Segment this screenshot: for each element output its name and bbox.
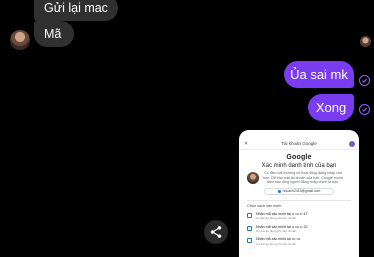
message-icon	[247, 212, 252, 218]
account-avatar	[349, 140, 355, 147]
outgoing-message[interactable]: Ủa sai mk	[284, 61, 354, 88]
share-button[interactable]	[204, 220, 228, 244]
option-sub: Có thể áp dụng phí tiêu chuẩn	[256, 241, 297, 246]
account-dot-icon	[277, 189, 281, 193]
phone-section-title: Chọn cách xác minh	[247, 199, 351, 208]
verification-option: Nhận mã xác minh tại •• ••• •• 47 Có thể …	[247, 212, 351, 221]
message-text: Gửi lại mac	[44, 1, 108, 15]
phone-email-chip: nhuanh2413@gmail.com	[264, 187, 334, 195]
phone-status-bar	[239, 130, 359, 138]
verification-option: Nhận mã xác minh tại ••• ••• Có thể áp dụ…	[247, 237, 351, 246]
message-text: Xong	[315, 100, 347, 115]
google-logo: Google	[286, 154, 312, 161]
phone-email: nhuanh2413@gmail.com	[282, 189, 321, 194]
option-sub: Có thể áp dụng phí tiêu chuẩn	[256, 216, 297, 221]
phone-app-bar: ✕ Tài khoản Google	[239, 138, 359, 150]
phone-profile-avatar	[247, 172, 259, 184]
option-sub: Có thể áp dụng phí tiêu chuẩn	[256, 229, 297, 233]
verification-option: Nhận mã xác minh tại •• ••• •• 32 Có thể …	[247, 225, 351, 234]
incoming-message[interactable]: Mã	[34, 21, 74, 47]
message-text: Mã	[44, 27, 62, 41]
check-circle-icon	[359, 104, 370, 115]
message-icon	[247, 225, 252, 231]
check-circle-icon	[359, 75, 370, 86]
message-text: Ủa sai mk	[290, 67, 348, 82]
share-icon	[210, 226, 222, 238]
message-icon	[247, 238, 252, 244]
phone-header-title: Tài khoản Google	[281, 141, 317, 146]
seen-avatar	[360, 36, 371, 47]
shared-screenshot-image[interactable]: ✕ Tài khoản Google Google Xác minh danh …	[239, 130, 359, 257]
contact-avatar[interactable]	[10, 30, 30, 50]
incoming-message[interactable]: Gửi lại mac	[34, 0, 118, 21]
outgoing-message[interactable]: Xong	[308, 94, 354, 121]
